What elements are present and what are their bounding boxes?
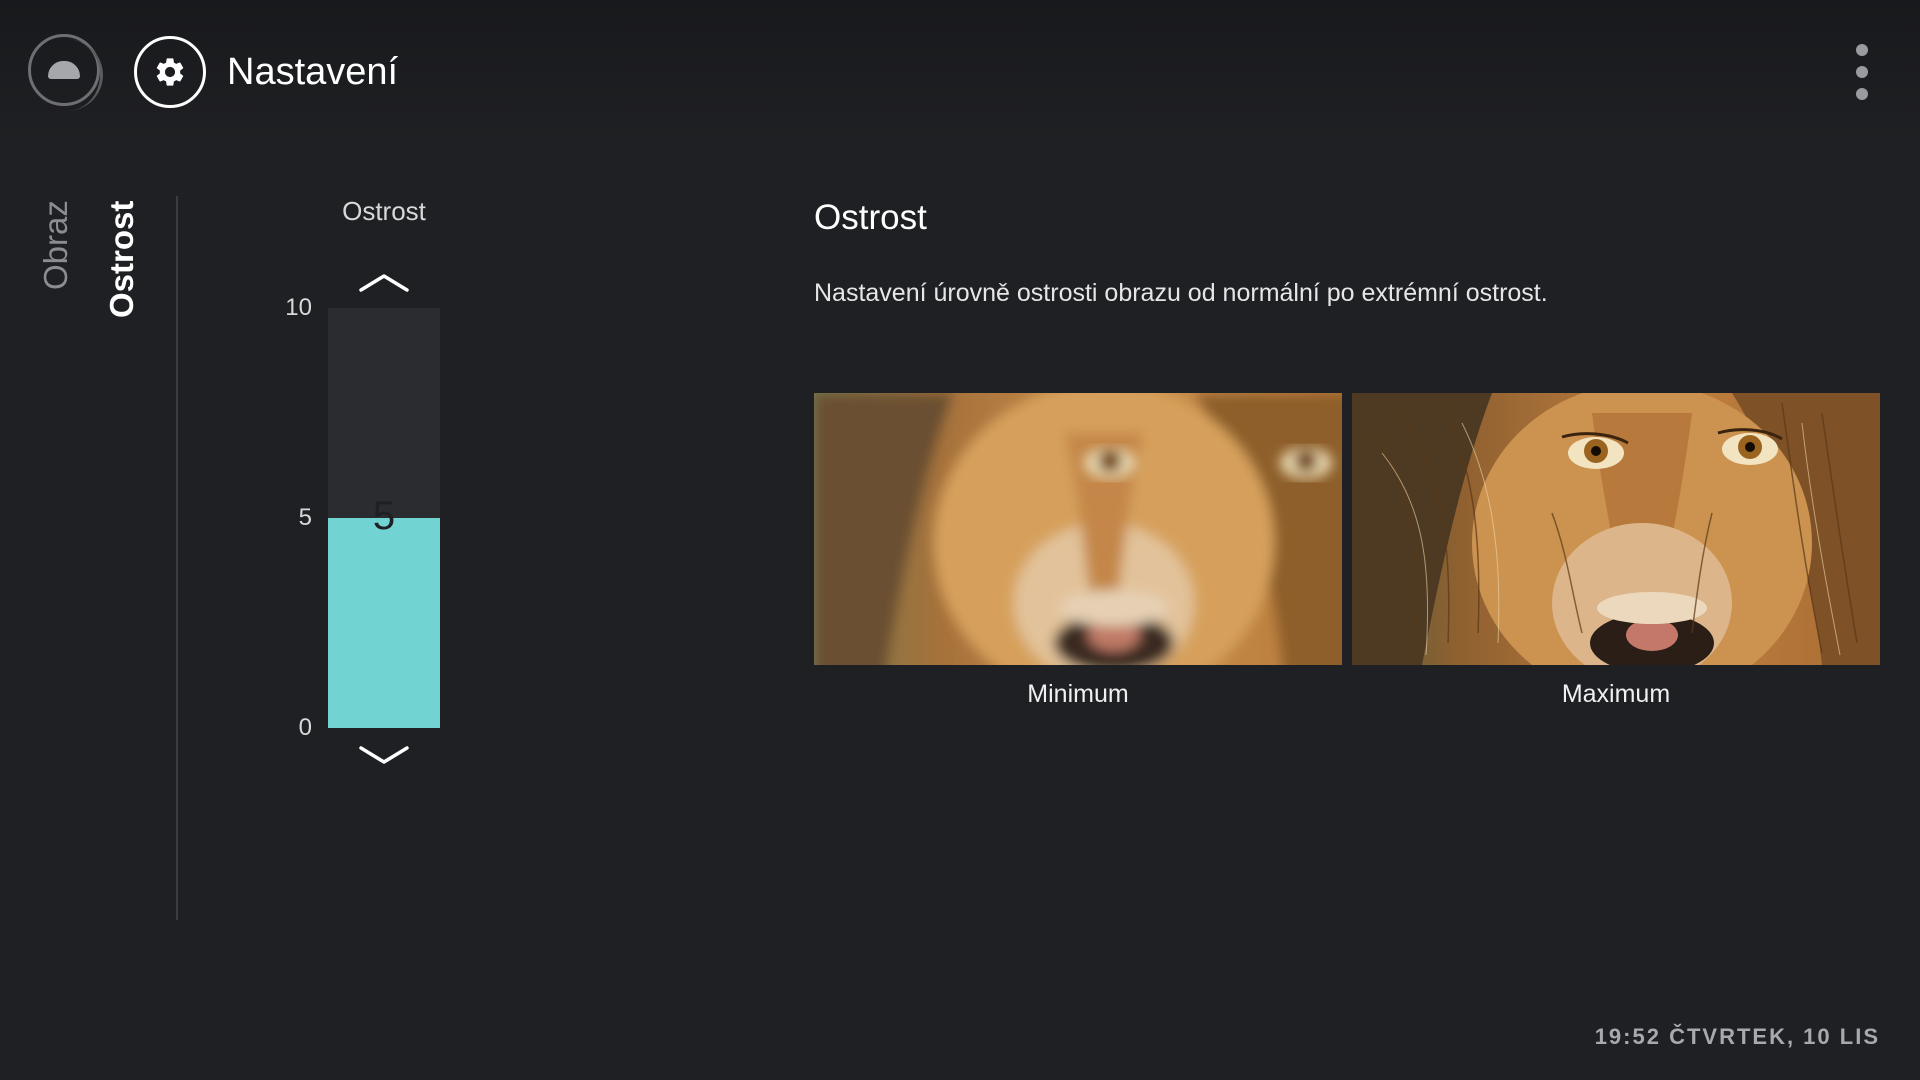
tick-label-mid: 5 xyxy=(298,504,312,531)
slider-label: Ostrost xyxy=(342,196,426,226)
tick-label-max: 10 xyxy=(285,294,312,321)
status-clock: 19:52 ČTVRTEK, 10 LIS xyxy=(1594,1024,1880,1049)
slider-fill xyxy=(328,518,440,728)
chevron-up-icon[interactable] xyxy=(358,268,410,296)
settings-button[interactable] xyxy=(134,36,206,108)
preview-image-minimum xyxy=(814,393,1342,665)
info-description: Nastavení úrovně ostrosti obrazu od norm… xyxy=(814,279,1548,307)
breadcrumb-current-tab[interactable]: Ostrost xyxy=(102,201,142,318)
preview-caption-minimum: Minimum xyxy=(1027,680,1129,708)
more-options-button[interactable] xyxy=(1852,44,1872,100)
chevron-down-icon[interactable] xyxy=(358,742,410,770)
home-button[interactable] xyxy=(28,34,103,111)
tick-label-min: 0 xyxy=(298,714,312,741)
breadcrumb-parent-tab[interactable]: Obraz xyxy=(36,200,76,290)
divider xyxy=(176,196,178,920)
preview-caption-maximum: Maximum xyxy=(1561,680,1671,708)
preview-image-maximum xyxy=(1352,393,1880,665)
slider-value: 5 xyxy=(372,494,396,538)
settings-screen: Nastavení Obraz Ostrost Ostrost 10 5 0 5… xyxy=(0,0,1920,1080)
home-icon xyxy=(48,61,80,79)
gear-icon xyxy=(156,58,184,86)
page-title: Nastavení xyxy=(227,51,399,93)
more-vert-icon xyxy=(1856,44,1868,56)
info-title: Ostrost xyxy=(814,198,927,237)
